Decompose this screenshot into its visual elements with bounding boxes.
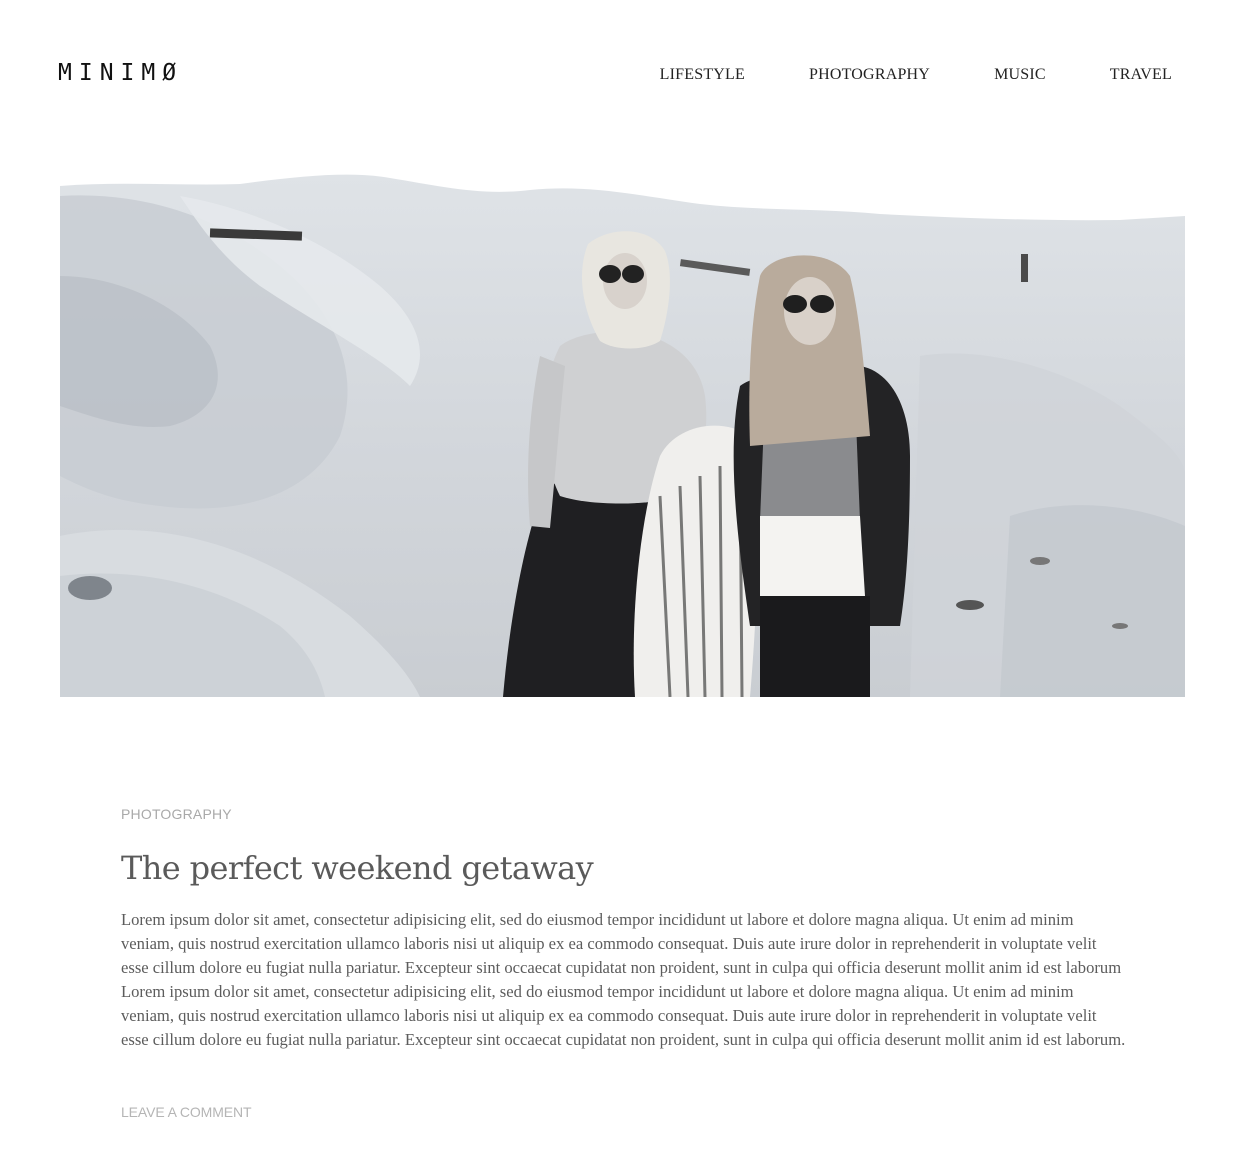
main-nav: LIFESTYLE PHOTOGRAPHY MUSIC TRAVEL — [660, 66, 1172, 84]
featured-image[interactable] — [60, 156, 1185, 697]
featured-photo — [60, 156, 1185, 697]
post-category-link[interactable]: PHOTOGRAPHY — [121, 806, 232, 822]
site-header: MINIMØ LIFESTYLE PHOTOGRAPHY MUSIC TRAVE… — [0, 0, 1233, 150]
nav-item-lifestyle[interactable]: LIFESTYLE — [660, 66, 745, 84]
nav-item-photography[interactable]: PHOTOGRAPHY — [809, 66, 930, 84]
nav-item-music[interactable]: MUSIC — [994, 66, 1046, 84]
leave-comment-link[interactable]: LEAVE A COMMENT — [121, 1104, 252, 1120]
post-body: Lorem ipsum dolor sit amet, consectetur … — [121, 910, 1126, 1049]
site-logo[interactable]: MINIMØ — [58, 60, 183, 86]
post-article: PHOTOGRAPHY The perfect weekend getaway … — [121, 806, 1126, 1122]
nav-item-travel[interactable]: TRAVEL — [1110, 66, 1172, 84]
post-title: The perfect weekend getaway — [121, 849, 594, 887]
